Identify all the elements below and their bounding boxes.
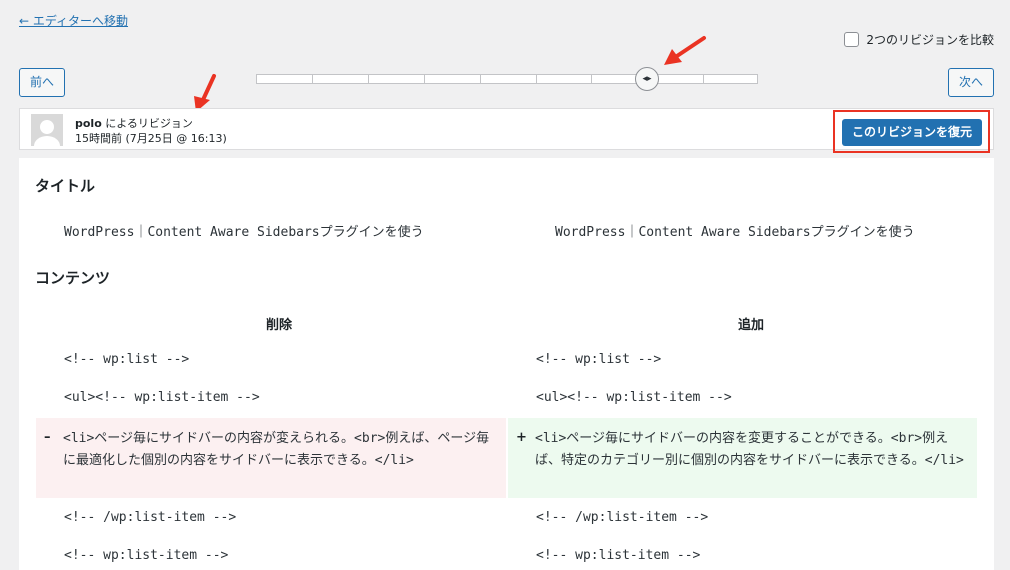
revision-author: polo によるリビジョン bbox=[75, 115, 193, 131]
diff-left-line: <!-- /wp:list-item --> bbox=[64, 510, 237, 525]
diff-right-line: <!-- wp:list-item --> bbox=[536, 548, 701, 563]
diff-left-line: <!-- wp:list --> bbox=[64, 352, 190, 367]
diff-left-line: <!-- wp:list-item --> bbox=[64, 548, 229, 563]
removed-sign: – bbox=[44, 430, 51, 445]
slider-tick bbox=[536, 75, 537, 83]
prev-button[interactable]: 前へ bbox=[19, 68, 66, 97]
annotation-arrow-icon bbox=[664, 36, 706, 65]
diff-panel: タイトル WordPress｜Content Aware Sidebarsプラグ… bbox=[19, 158, 994, 570]
revision-slider-track[interactable] bbox=[256, 74, 758, 84]
diff-right-line: <!-- /wp:list-item --> bbox=[536, 510, 709, 525]
avatar bbox=[31, 114, 63, 146]
diff-right-line: <ul><!-- wp:list-item --> bbox=[536, 390, 732, 405]
restore-highlight-box: このリビジョンを復元 bbox=[833, 110, 990, 153]
content-heading: コンテンツ bbox=[35, 269, 111, 287]
title-heading: タイトル bbox=[35, 177, 96, 195]
removed-text: <li>ページ毎にサイドバーの内容が変えられる。<br>例えば、ページ毎に最適化… bbox=[63, 431, 490, 468]
author-suffix: によるリビジョン bbox=[101, 117, 193, 130]
added-sign: + bbox=[516, 430, 527, 445]
added-block: + <li>ページ毎にサイドバーの内容を変更することができる。<br>例えば、特… bbox=[508, 418, 977, 498]
slider-tick bbox=[480, 75, 481, 83]
removed-column-header: 削除 bbox=[266, 318, 293, 333]
compare-label: 2つのリビジョンを比較 bbox=[866, 33, 994, 47]
restore-revision-button[interactable]: このリビジョンを復元 bbox=[842, 119, 982, 146]
slider-tick bbox=[424, 75, 425, 83]
next-button[interactable]: 次へ bbox=[947, 68, 994, 97]
revision-time: 15時間前 (7月25日 @ 16:13) bbox=[75, 132, 227, 145]
author-name: polo bbox=[75, 117, 102, 130]
back-to-editor-link[interactable]: ← エディターへ移動 bbox=[19, 12, 128, 29]
title-left: WordPress｜Content Aware Sidebarsプラグインを使う bbox=[64, 225, 424, 240]
slider-tick bbox=[703, 75, 704, 83]
revision-meta-bar: polo によるリビジョン 15時間前 (7月25日 @ 16:13) このリビ… bbox=[19, 108, 994, 153]
title-right: WordPress｜Content Aware Sidebarsプラグインを使う bbox=[555, 225, 915, 240]
added-column-header: 追加 bbox=[738, 318, 765, 333]
diff-left-line: <ul><!-- wp:list-item --> bbox=[64, 390, 260, 405]
added-text: <li>ページ毎にサイドバーの内容を変更することができる。<br>例えば、特定の… bbox=[535, 431, 964, 468]
slider-tick bbox=[368, 75, 369, 83]
slider-handle[interactable]: ◂▸ bbox=[635, 67, 659, 91]
compare-checkbox[interactable] bbox=[844, 32, 860, 47]
compare-two-revisions[interactable]: 2つのリビジョンを比較 bbox=[844, 31, 994, 48]
slider-tick bbox=[591, 75, 592, 83]
diff-right-line: <!-- wp:list --> bbox=[536, 352, 662, 367]
slider-tick bbox=[312, 75, 313, 83]
removed-block: – <li>ページ毎にサイドバーの内容が変えられる。<br>例えば、ページ毎に最… bbox=[36, 418, 506, 498]
